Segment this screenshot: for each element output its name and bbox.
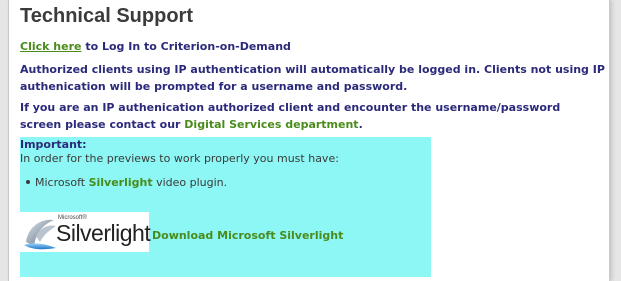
important-title: Important: — [20, 138, 87, 151]
silverlight-logo-icon — [24, 219, 56, 250]
digital-services-link[interactable]: Digital Services department — [184, 118, 358, 131]
login-line-text: to Log In to Criterion-on-Demand — [85, 40, 291, 53]
login-line: Click here to Log In to Criterion-on-Dem… — [20, 38, 605, 55]
bullet-icon — [26, 180, 30, 184]
login-link[interactable]: Click here — [20, 40, 81, 53]
silverlight-logo[interactable]: Microsoft® Silverlight — [20, 212, 151, 252]
requirement-prefix: Microsoft — [35, 176, 86, 189]
silverlight-logo-text: Silverlight — [56, 220, 151, 246]
contact-line-period: . — [358, 118, 363, 131]
page-title: Technical Support — [20, 5, 193, 27]
silverlight-link[interactable]: Silverlight — [89, 176, 153, 189]
contact-line: If you are an IP authenication authorize… — [20, 99, 605, 133]
download-silverlight-link[interactable]: Download Microsoft Silverlight — [152, 229, 343, 242]
important-intro: In order for the previews to work proper… — [20, 152, 339, 165]
ip-auth-text: Authorized clients using IP authenticati… — [20, 63, 605, 93]
requirement-list-item: Microsoft Silverlight video plugin. — [26, 176, 227, 189]
requirement-suffix: video plugin. — [156, 176, 228, 189]
important-notice-box: Important: In order for the previews to … — [20, 137, 431, 277]
content-panel: Technical Support Click here to Log In t… — [8, 0, 610, 281]
